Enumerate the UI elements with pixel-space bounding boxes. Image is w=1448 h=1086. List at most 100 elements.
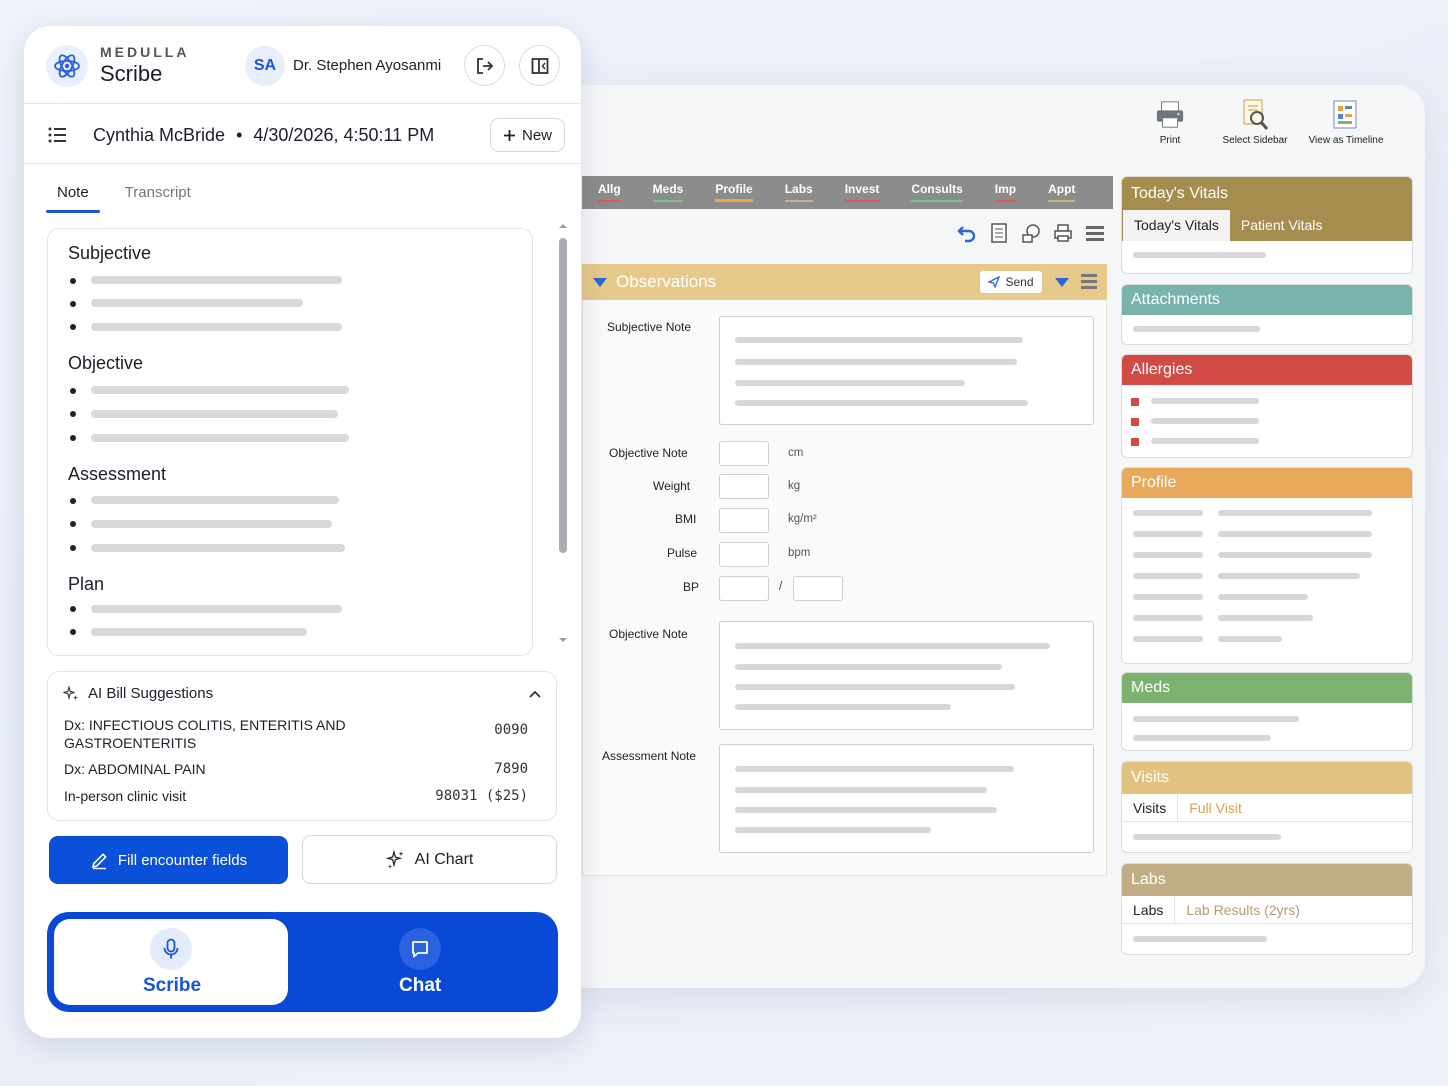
logout-button[interactable] — [464, 45, 505, 86]
chevron-up-icon[interactable] — [528, 686, 542, 704]
bmi-label: BMI — [675, 512, 697, 526]
bill-row[interactable]: Dx: INFECTIOUS COLITIS, ENTERITIS AND GA… — [64, 716, 528, 752]
todays-vitals-title: Today's Vitals — [1122, 177, 1412, 210]
bill-desc: Dx: INFECTIOUS COLITIS, ENTERITIS AND GA… — [64, 717, 346, 751]
chat-mode-button[interactable]: Chat — [307, 919, 551, 1005]
bill-desc: Dx: ABDOMINAL PAIN — [64, 761, 206, 777]
brand-name: MEDULLA — [100, 44, 190, 60]
view-timeline-label: View as Timeline — [1308, 135, 1384, 146]
bmi-input[interactable] — [719, 508, 769, 533]
tab-allg[interactable]: Allg — [582, 176, 637, 209]
weight-label: Weight — [653, 479, 691, 493]
scroll-up-icon[interactable] — [556, 221, 570, 231]
encounter-list-icon[interactable] — [48, 126, 68, 149]
pulse-input[interactable] — [719, 542, 769, 567]
ai-bill-suggestions: AI Bill Suggestions Dx: INFECTIOUS COLIT… — [47, 671, 557, 821]
tab-underline — [598, 200, 621, 202]
brand-product: Scribe — [100, 61, 163, 86]
document-icon[interactable] — [988, 222, 1010, 244]
profile-panel: Profile — [1121, 467, 1413, 664]
tab-meds[interactable]: Meds — [637, 176, 700, 209]
send-button[interactable]: Send — [980, 271, 1042, 293]
assessment-note-field[interactable] — [719, 744, 1094, 853]
bp-label: BP — [683, 580, 700, 594]
note-tabs: Note Transcript — [46, 176, 202, 213]
title-separator: • — [236, 125, 243, 145]
bill-code: 98031 ($25) — [435, 788, 528, 804]
dropdown-icon[interactable] — [1055, 278, 1069, 287]
tab-patient-vitals[interactable]: Patient Vitals — [1230, 210, 1333, 241]
labs-subtabs: Labs Lab Results (2yrs) — [1122, 896, 1412, 924]
print-small-icon[interactable] — [1052, 222, 1074, 244]
tab-profile[interactable]: Profile — [699, 176, 768, 209]
weight-input[interactable] — [719, 474, 769, 499]
observations-header[interactable]: Observations Send — [582, 264, 1107, 300]
view-timeline-button[interactable]: View as Timeline — [1305, 99, 1387, 146]
meds-title[interactable]: Meds — [1122, 673, 1412, 703]
print-button[interactable]: Print — [1135, 99, 1205, 146]
tab-invest[interactable]: Invest — [829, 176, 896, 209]
vitals-subtabs: Today's Vitals Patient Vitals — [1122, 210, 1412, 241]
tab-note[interactable]: Note — [46, 176, 100, 213]
chat-mode-label: Chat — [399, 975, 442, 996]
tab-imp[interactable]: Imp — [979, 176, 1032, 209]
bill-row[interactable]: In-person clinic visit 98031 ($25) — [64, 788, 528, 804]
toggle-sidebar-button[interactable] — [519, 45, 560, 86]
sparkle-icon — [63, 684, 79, 707]
objective-note-label: Objective Note — [609, 446, 688, 460]
tab-labs[interactable]: Labs — [769, 176, 829, 209]
scribe-mode-button[interactable]: Scribe — [54, 919, 288, 1005]
attachments-panel: Attachments — [1121, 284, 1413, 345]
bp-systolic-input[interactable] — [719, 576, 769, 601]
scroll-down-icon[interactable] — [556, 635, 570, 645]
pulse-label: Pulse — [667, 546, 698, 560]
tab-full-visit[interactable]: Full Visit — [1178, 794, 1253, 821]
tab-visits[interactable]: Visits — [1122, 794, 1179, 821]
todays-vitals-panel: Today's Vitals Today's Vitals Patient Vi… — [1121, 176, 1413, 274]
labs-title[interactable]: Labs — [1122, 864, 1412, 896]
ai-chart-button[interactable]: AI Chart — [302, 835, 557, 884]
collapse-icon[interactable] — [593, 277, 607, 287]
bp-separator: / — [779, 581, 783, 593]
profile-title[interactable]: Profile — [1122, 468, 1412, 498]
encounter-divider — [24, 163, 581, 164]
stamp-icon[interactable] — [1020, 222, 1042, 244]
new-label: New — [521, 126, 552, 144]
tab-appt[interactable]: Appt — [1032, 176, 1091, 209]
fill-encounter-fields-button[interactable]: Fill encounter fields — [49, 836, 288, 884]
bmi-unit: kg/m² — [788, 513, 817, 525]
microphone-icon — [150, 928, 192, 970]
select-sidebar-button[interactable]: Select Sidebar — [1219, 99, 1291, 146]
assessment-note-label: Assessment Note — [602, 749, 697, 763]
bill-row[interactable]: Dx: ABDOMINAL PAIN 7890 — [64, 761, 528, 777]
objective-note-field[interactable] — [719, 621, 1094, 730]
patient-name: Cynthia McBride — [93, 125, 226, 145]
tab-consults[interactable]: Consults — [895, 176, 978, 209]
undo-icon[interactable] — [956, 222, 978, 244]
section-subjective: Subjective — [68, 243, 152, 263]
tab-todays-vitals[interactable]: Today's Vitals — [1123, 210, 1230, 241]
scribe-panel: MEDULLA Scribe SA Dr. Stephen Ayosanmi C… — [24, 26, 581, 1038]
subjective-note-field[interactable] — [719, 316, 1094, 425]
allergies-panel: Allergies — [1121, 354, 1413, 458]
pencil-icon — [91, 852, 107, 869]
bp-diastolic-input[interactable] — [793, 576, 843, 601]
attachments-title[interactable]: Attachments — [1122, 285, 1412, 315]
tab-transcript[interactable]: Transcript — [114, 176, 202, 213]
tab-lab-results[interactable]: Lab Results (2yrs) — [1175, 896, 1311, 923]
note-scrollbar[interactable] — [556, 221, 570, 649]
tab-underline — [784, 200, 813, 202]
allergies-title[interactable]: Allergies — [1122, 355, 1412, 385]
chat-bubble-icon — [399, 928, 441, 970]
height-input[interactable] — [719, 441, 769, 466]
menu-icon[interactable] — [1081, 274, 1097, 292]
avatar[interactable]: SA — [245, 46, 285, 86]
bill-desc: In-person clinic visit — [64, 788, 187, 804]
tab-labs-sub[interactable]: Labs — [1122, 896, 1176, 923]
visits-title[interactable]: Visits — [1122, 762, 1412, 794]
scrollbar-thumb[interactable] — [559, 238, 567, 553]
pulse-unit: bpm — [788, 547, 811, 559]
ai-chart-label: AI Chart — [414, 850, 474, 868]
list-icon[interactable] — [1084, 222, 1106, 244]
new-encounter-button[interactable]: New — [490, 118, 565, 152]
